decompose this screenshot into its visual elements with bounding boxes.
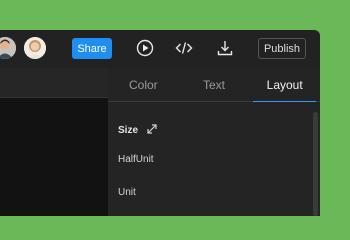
- panel-scrollbar[interactable]: [313, 112, 318, 216]
- user-avatar[interactable]: [0, 37, 16, 59]
- canvas-toolbar: [0, 68, 108, 98]
- tab-color[interactable]: Color: [108, 68, 179, 101]
- download-icon[interactable]: [213, 36, 237, 60]
- tab-text[interactable]: Text: [179, 68, 250, 101]
- publish-button[interactable]: Publish: [258, 38, 306, 59]
- size-section-header: Size: [118, 122, 158, 138]
- avatar-icon: [0, 37, 16, 59]
- user-avatar[interactable]: [24, 37, 46, 59]
- avatar-icon: [24, 37, 46, 59]
- tab-layout[interactable]: Layout: [249, 68, 320, 102]
- size-option-halfunit[interactable]: HalfUnit: [118, 154, 154, 165]
- app-window: Share Publish Color Text Layout Size Hal…: [0, 30, 320, 216]
- properties-panel: Color Text Layout Size HalfUnit Unit: [108, 68, 320, 216]
- panel-tabs: Color Text Layout: [108, 68, 320, 102]
- code-icon[interactable]: [172, 36, 196, 60]
- top-toolbar: Share Publish: [0, 30, 320, 68]
- expand-icon[interactable]: [146, 123, 158, 138]
- size-label: Size: [118, 124, 139, 136]
- play-icon[interactable]: [133, 36, 157, 60]
- canvas-area[interactable]: [0, 68, 108, 216]
- size-option-unit[interactable]: Unit: [118, 187, 136, 198]
- share-button[interactable]: Share: [72, 38, 112, 59]
